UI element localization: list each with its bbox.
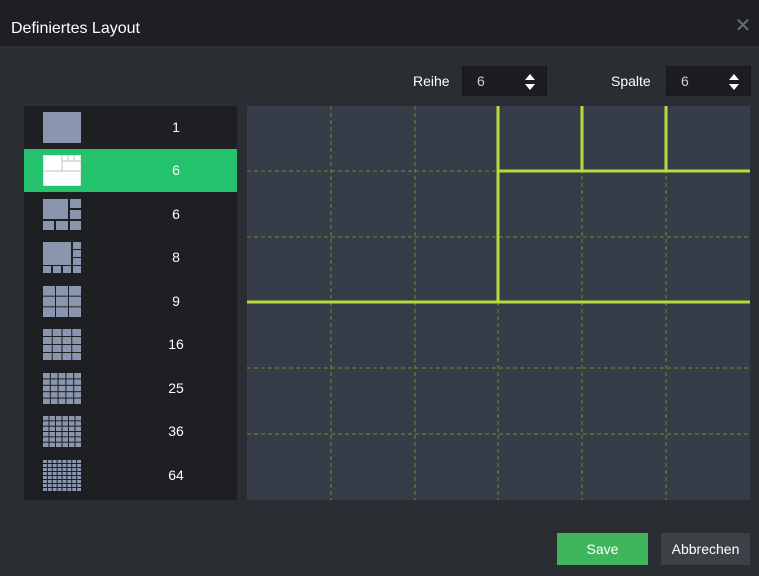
rows-label: Reihe [413,73,450,89]
layout-8-icon [43,242,81,273]
layout-36-icon [43,416,81,447]
layout-count: 8 [172,249,180,265]
layout-25-icon [43,373,81,404]
cols-label: Spalte [611,73,651,89]
layout-item-6[interactable]: 6 [24,193,237,236]
cols-stepper[interactable]: 6 [666,66,751,96]
close-icon[interactable]: ✕ [733,16,753,36]
layout-item-16[interactable]: 16 [24,323,237,366]
layout-count: 9 [172,293,180,309]
layout-item-25[interactable]: 25 [24,367,237,410]
layout-item-8[interactable]: 8 [24,236,237,279]
stepper-arrows-icon[interactable] [524,73,536,91]
preview-merged-cell-borders [247,106,750,304]
layout-count: 36 [168,423,184,439]
layout-item-6-custom[interactable]: 6 [24,149,237,192]
layout-6-custom-icon [42,154,82,187]
layout-count: 1 [172,119,180,135]
layout-count: 64 [168,467,184,483]
layout-count: 6 [172,206,180,222]
layout-preview-grid[interactable] [247,106,750,500]
layout-1-icon [43,112,81,143]
dialog-titlebar: Definiertes Layout ✕ [0,0,759,46]
stepper-arrows-icon[interactable] [728,73,740,91]
layout-6-icon [43,199,81,230]
layout-count: 16 [168,336,184,352]
layout-64-icon [43,460,82,491]
layout-16-icon [43,329,81,360]
layout-list: 1 6 6 8 9 16 25 36 64 [24,106,237,500]
layout-count: 25 [168,380,184,396]
dialog-title: Definiertes Layout [11,20,140,37]
layout-item-64[interactable]: 64 [24,454,237,497]
cancel-button[interactable]: Abbrechen [661,533,750,565]
rows-stepper[interactable]: 6 [462,66,547,96]
save-button[interactable]: Save [557,533,648,565]
cols-value: 6 [681,73,689,89]
layout-9-icon [43,286,81,317]
layout-item-9[interactable]: 9 [24,280,237,323]
layout-item-1[interactable]: 1 [24,106,237,149]
layout-count: 6 [172,162,180,178]
rows-value: 6 [477,73,485,89]
layout-item-36[interactable]: 36 [24,410,237,453]
